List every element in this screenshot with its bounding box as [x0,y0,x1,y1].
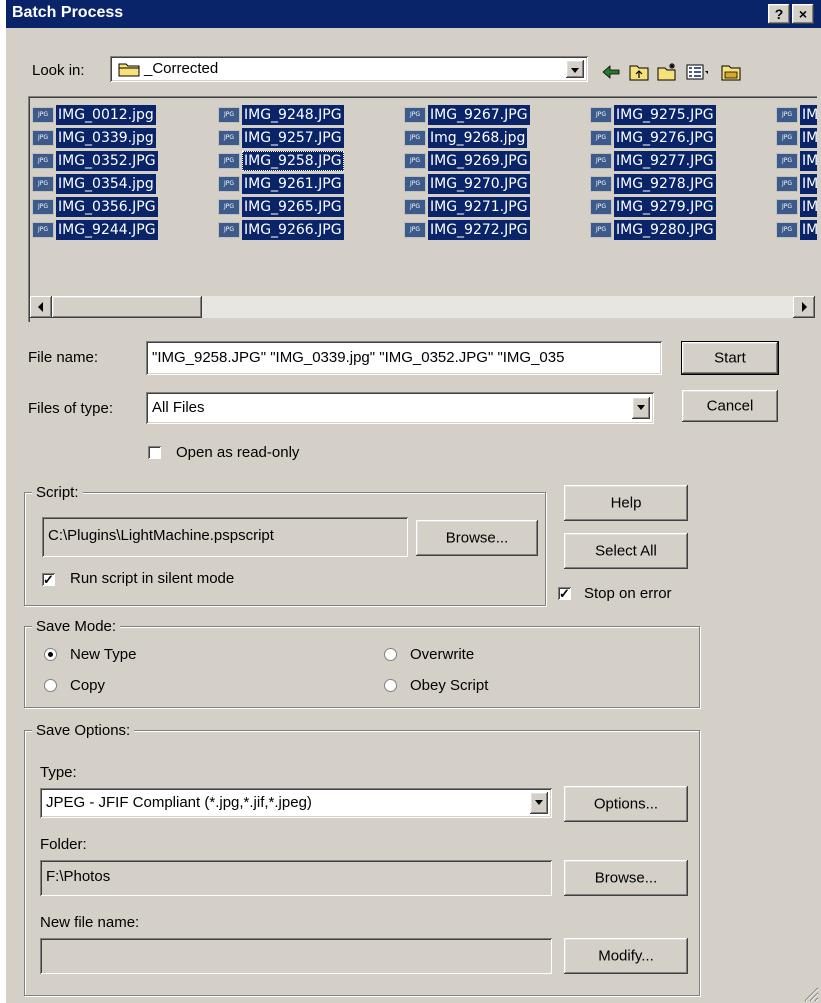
overwrite-radio[interactable] [384,648,397,661]
new-file-name-label: New file name: [40,914,140,931]
select-all-button[interactable]: Select All [564,533,688,569]
jpg-file-icon: JPG [218,176,240,192]
copy-radio[interactable] [44,679,57,692]
jpg-file-icon: JPG [776,176,798,192]
jpg-file-icon: JPG [776,107,798,123]
jpg-file-icon: JPG [404,176,426,192]
stop-on-error-checkbox[interactable]: ✓ [558,587,571,600]
new-type-label: New Type [70,646,137,663]
folder-view-icon[interactable] [720,62,742,82]
files-of-type-dropdown-arrow[interactable] [632,397,650,419]
help-icon[interactable]: ? [768,4,790,24]
jpg-file-icon: JPG [32,199,54,215]
jpg-file-icon: JPG [218,153,240,169]
new-type-radio[interactable] [44,648,57,661]
browse-folder-button[interactable]: Browse... [564,860,688,896]
cancel-button[interactable]: Cancel [682,390,778,422]
files-of-type-select[interactable]: All Files [146,392,654,424]
look-in-dropdown-arrow[interactable] [566,60,584,78]
stop-on-error-label: Stop on error [584,585,672,602]
jpg-file-icon: JPG [218,222,240,238]
modify-button[interactable]: Modify... [564,938,688,974]
run-silent-label: Run script in silent mode [70,570,235,587]
folder-path-field[interactable]: F:\Photos [40,860,552,896]
jpg-file-icon: JPG [404,107,426,123]
jpg-file-icon: JPG [590,176,612,192]
jpg-file-icon: JPG [32,222,54,238]
folder-icon [118,63,140,77]
jpg-file-icon: JPG [32,130,54,146]
new-folder-icon[interactable] [656,62,678,82]
save-type-select[interactable]: JPEG - JFIF Compliant (*.jpg,*.jif,*.jpe… [40,788,552,818]
save-type-dropdown-arrow[interactable] [530,792,548,814]
new-file-name-field[interactable] [40,938,552,974]
look-in-value: _Corrected [144,60,219,77]
file-list[interactable]: JPG IMG_0012.jpg JPG IMG_0339.jpg JPG IMG_0… [28,96,817,322]
jpg-file-icon: JPG [218,199,240,215]
script-path-field[interactable]: C:\Plugins\LightMachine.pspscript [42,517,408,557]
jpg-file-icon: JPG [590,153,612,169]
jpg-file-icon: JPG [218,130,240,146]
help-button[interactable]: Help [564,485,688,521]
jpg-file-icon: JPG [32,176,54,192]
scroll-left-icon[interactable] [30,296,52,318]
up-folder-icon[interactable] [628,62,650,82]
options-button[interactable]: Options... [564,786,688,822]
obey-script-label: Obey Script [410,677,489,694]
jpg-file-icon: JPG [32,153,54,169]
type-label: Type: [40,764,77,781]
jpg-file-icon: JPG [776,222,798,238]
jpg-file-icon: JPG [404,153,426,169]
file-name-label: File name: [28,349,99,366]
back-icon[interactable] [600,62,622,82]
batch-process-dialog: Batch Process ? × Look in: _Corrected JP… [6,0,821,1003]
resize-grip-icon[interactable] [801,984,819,1002]
window-title: Batch Process [12,4,124,21]
open-read-only-checkbox[interactable] [148,446,161,459]
folder-label: Folder: [40,836,87,853]
look-in-label: Look in: [32,62,85,79]
script-group-label: Script: [32,484,83,501]
save-mode-group-label: Save Mode: [32,618,121,635]
obey-script-radio[interactable] [384,679,397,692]
file-name-input[interactable]: "IMG_9258.JPG" "IMG_0339.jpg" "IMG_0352.… [146,341,662,375]
overwrite-label: Overwrite [410,646,475,663]
jpg-file-icon: JPG [776,153,798,169]
save-mode-group [24,626,700,708]
jpg-file-icon: JPG [404,222,426,238]
copy-label: Copy [70,677,106,694]
jpg-file-icon: JPG [776,130,798,146]
jpg-file-icon: JPG [590,199,612,215]
run-silent-checkbox[interactable]: ✓ [42,573,55,586]
horizontal-scrollbar[interactable] [30,296,815,318]
jpg-file-icon: JPG [32,107,54,123]
jpg-file-icon: JPG [590,107,612,123]
jpg-file-icon: JPG [404,199,426,215]
view-menu-icon[interactable] [686,62,708,82]
close-icon[interactable]: × [792,4,814,24]
jpg-file-icon: JPG [776,199,798,215]
jpg-file-icon: JPG [590,222,612,238]
browse-script-button[interactable]: Browse... [416,520,538,556]
start-button[interactable]: Start [681,341,779,375]
scroll-thumb[interactable] [52,296,202,318]
title-bar[interactable]: Batch Process ? × [6,0,821,28]
open-read-only-label: Open as read-only [176,444,300,461]
save-options-group-label: Save Options: [32,722,135,739]
jpg-file-icon: JPG [404,130,426,146]
jpg-file-icon: JPG [218,107,240,123]
look-in-combobox[interactable]: _Corrected [110,56,588,82]
files-of-type-label: Files of type: [28,400,114,417]
jpg-file-icon: JPG [590,130,612,146]
scroll-right-icon[interactable] [793,296,815,318]
